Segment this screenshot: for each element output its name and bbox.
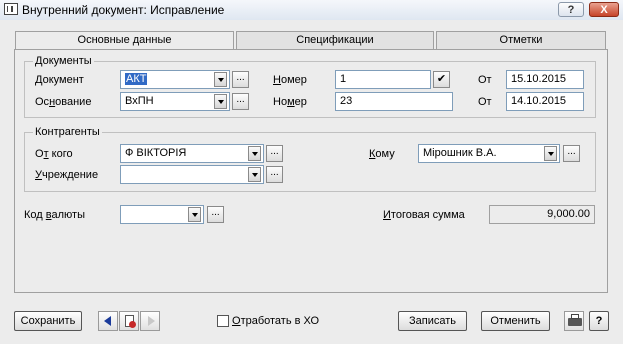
basis-browse-button[interactable]: ... [232, 93, 249, 110]
basis-dropdown-button[interactable] [214, 94, 227, 109]
number2-field[interactable]: 23 [335, 92, 453, 111]
institution-dropdown-button[interactable] [248, 167, 261, 182]
currency-label: Код валюты [24, 209, 85, 221]
from-date2-label: От [478, 96, 492, 108]
total-amount-field: 9,000.00 [489, 205, 595, 224]
record-button[interactable]: Записать [398, 311, 467, 331]
window-title: Внутренний документ: Исправление [22, 3, 225, 17]
process-label: Отработать в ХО [232, 315, 320, 327]
tab-specifications[interactable]: Спецификации [236, 31, 434, 50]
contragents-legend: Контрагенты [35, 126, 100, 138]
print-button[interactable] [564, 311, 584, 331]
from-whom-dropdown-button[interactable] [248, 146, 261, 161]
institution-label: Учреждение [35, 169, 99, 181]
number-field[interactable]: 1 [335, 70, 431, 89]
documents-legend: Документы [35, 55, 92, 67]
from-whom-browse-button[interactable]: ... [266, 145, 283, 162]
from-date-label: От [478, 74, 492, 86]
from-whom-label: От кого [35, 148, 73, 160]
help-title-button[interactable]: ? [558, 2, 584, 17]
delete-document-button[interactable] [119, 311, 139, 331]
close-button[interactable]: X [589, 2, 619, 17]
title-bar[interactable]: Внутренний документ: Исправление ? X [0, 0, 623, 21]
to-whom-label: Кому [369, 148, 395, 160]
number2-label: Номер [273, 96, 307, 108]
basis-label: Основание [35, 96, 92, 108]
from-whom-field[interactable]: Ф ВІКТОРІЯ [120, 144, 264, 163]
number-label: Номер [273, 74, 307, 86]
from-date-field[interactable]: 15.10.2015 [506, 70, 584, 89]
document-dropdown-button[interactable] [214, 72, 227, 87]
currency-browse-button[interactable]: ... [207, 206, 224, 223]
institution-browse-button[interactable]: ... [266, 166, 283, 183]
from-date2-field[interactable]: 14.10.2015 [506, 92, 584, 111]
to-whom-field[interactable]: Мірошник В.А. [418, 144, 560, 163]
tab-main-data[interactable]: Основные данные [15, 31, 234, 51]
document-window-icon [4, 3, 18, 15]
document-browse-button[interactable]: ... [232, 71, 249, 88]
document-label: Документ [35, 74, 84, 86]
help-button[interactable]: ? [589, 311, 609, 331]
process-checkbox[interactable] [217, 315, 229, 327]
number-check-button[interactable]: ✔ [433, 71, 450, 88]
institution-field[interactable] [120, 165, 264, 184]
previous-record-button[interactable] [98, 311, 118, 331]
cancel-button[interactable]: Отменить [481, 311, 550, 331]
to-whom-browse-button[interactable]: ... [563, 145, 580, 162]
total-label: Итоговая сумма [383, 209, 465, 221]
tab-marks[interactable]: Отметки [436, 31, 606, 50]
save-button[interactable]: Сохранить [14, 311, 82, 331]
currency-dropdown-button[interactable] [188, 207, 201, 222]
next-record-button[interactable] [140, 311, 160, 331]
to-whom-dropdown-button[interactable] [544, 146, 557, 161]
